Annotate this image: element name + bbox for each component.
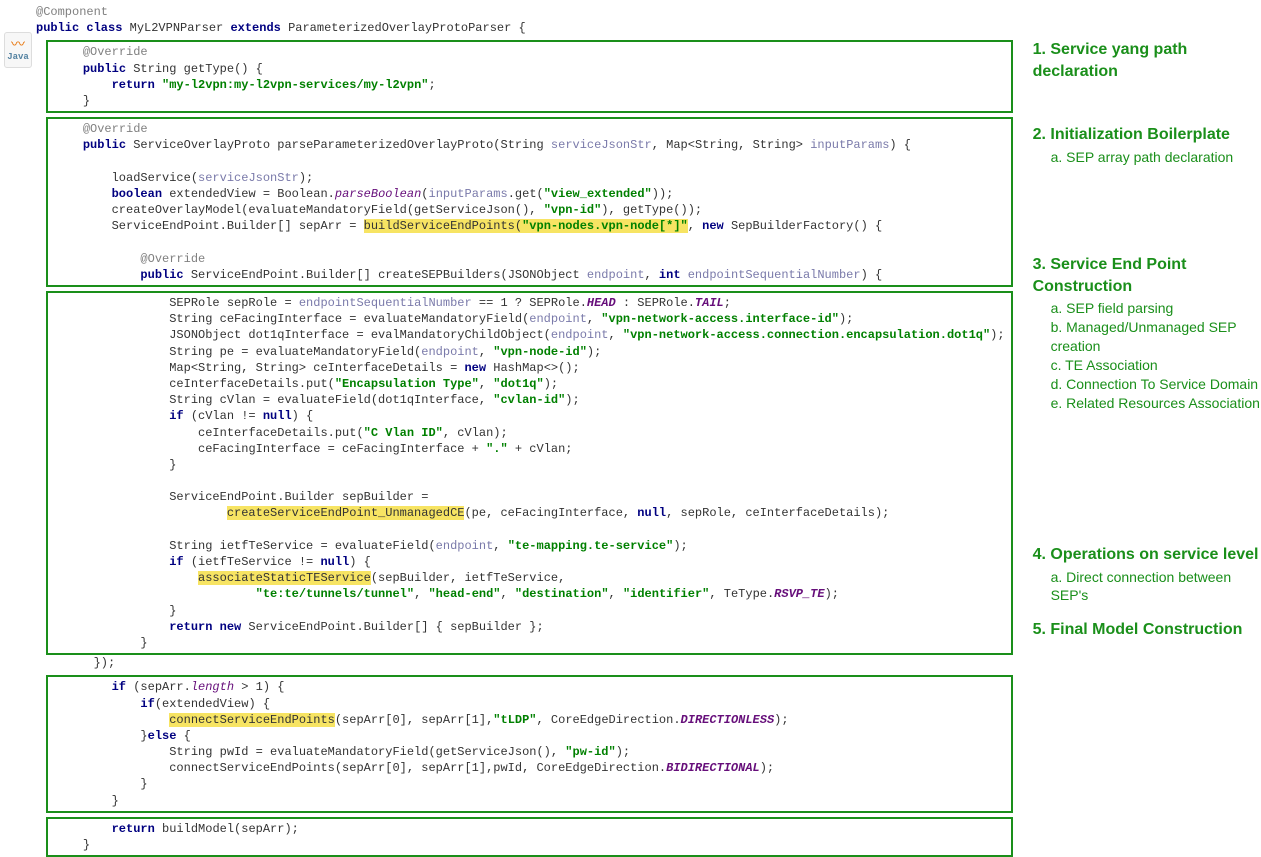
annotation-component: @Component	[36, 5, 108, 19]
annotation-3-sub-a: a. SEP field parsing	[1051, 299, 1261, 318]
annotation-5: 5. Final Model Construction	[1033, 619, 1243, 643]
annotation-3: 3. Service End Point Construction a. SEP…	[1033, 254, 1261, 413]
annotation-3-sub-d: d. Connection To Service Domain	[1051, 375, 1261, 394]
annotation-2-title: 2. Initialization Boilerplate	[1033, 124, 1234, 146]
section-4-box: if (sepArr.length > 1) { if(extendedView…	[46, 675, 1013, 813]
highlight-associateStaticTEService: associateStaticTEService	[198, 571, 371, 585]
annotation-5-title: 5. Final Model Construction	[1033, 619, 1243, 641]
section-2-box: @Override public ServiceOverlayProto par…	[46, 117, 1013, 287]
java-icon-label: Java	[7, 53, 29, 62]
section-3-box: SEPRole sepRole = endpointSequentialNumb…	[46, 291, 1013, 655]
java-icon: 〰 Java	[4, 32, 32, 68]
annotation-4: 4. Operations on service level a. Direct…	[1033, 544, 1261, 605]
anon-class-close: });	[36, 655, 1013, 671]
section-4-code: if (sepArr.length > 1) { if(extendedView…	[54, 679, 1005, 809]
section-2-code: @Override public ServiceOverlayProto par…	[54, 121, 1005, 283]
annotation-4-title: 4. Operations on service level	[1033, 544, 1261, 566]
annotation-3-sub-b: b. Managed/Unmanaged SEP creation	[1051, 318, 1261, 356]
section-1-code: @Override public String getType() { retu…	[54, 44, 1005, 109]
annotation-4-sub-a: a. Direct connection between SEP's	[1051, 568, 1261, 606]
annotation-3-title: 3. Service End Point Construction	[1033, 254, 1261, 297]
section-5-box: return buildModel(sepArr); }	[46, 817, 1013, 857]
annotation-3-sub-e: e. Related Resources Association	[1051, 394, 1261, 413]
annotation-1: 1. Service yang path declaration	[1033, 39, 1261, 84]
code-column: @Component public class MyL2VPNParser ex…	[36, 4, 1013, 857]
annotation-2: 2. Initialization Boilerplate a. SEP arr…	[1033, 124, 1234, 166]
icon-column: 〰 Java	[0, 4, 36, 68]
annotation-1-title: 1. Service yang path declaration	[1033, 39, 1261, 82]
highlight-createServiceEndPoint: createServiceEndPoint_UnmanagedCE	[227, 506, 465, 520]
highlight-connectServiceEndPoints: connectServiceEndPoints	[169, 713, 335, 727]
section-3-code: SEPRole sepRole = endpointSequentialNumb…	[54, 295, 1005, 651]
section-5-code: return buildModel(sepArr); }	[54, 821, 1005, 853]
annotation-2-sub-a: a. SEP array path declaration	[1051, 148, 1234, 167]
page-root: 〰 Java @Component public class MyL2VPNPa…	[0, 4, 1261, 857]
highlight-buildServiceEndPoints: buildServiceEndPoints(	[364, 219, 522, 233]
section-1-box: @Override public String getType() { retu…	[46, 40, 1013, 113]
annotation-3-sub-c: c. TE Association	[1051, 356, 1261, 375]
java-icon-steam: 〰	[11, 39, 25, 53]
class-header: @Component public class MyL2VPNParser ex…	[36, 4, 1013, 36]
